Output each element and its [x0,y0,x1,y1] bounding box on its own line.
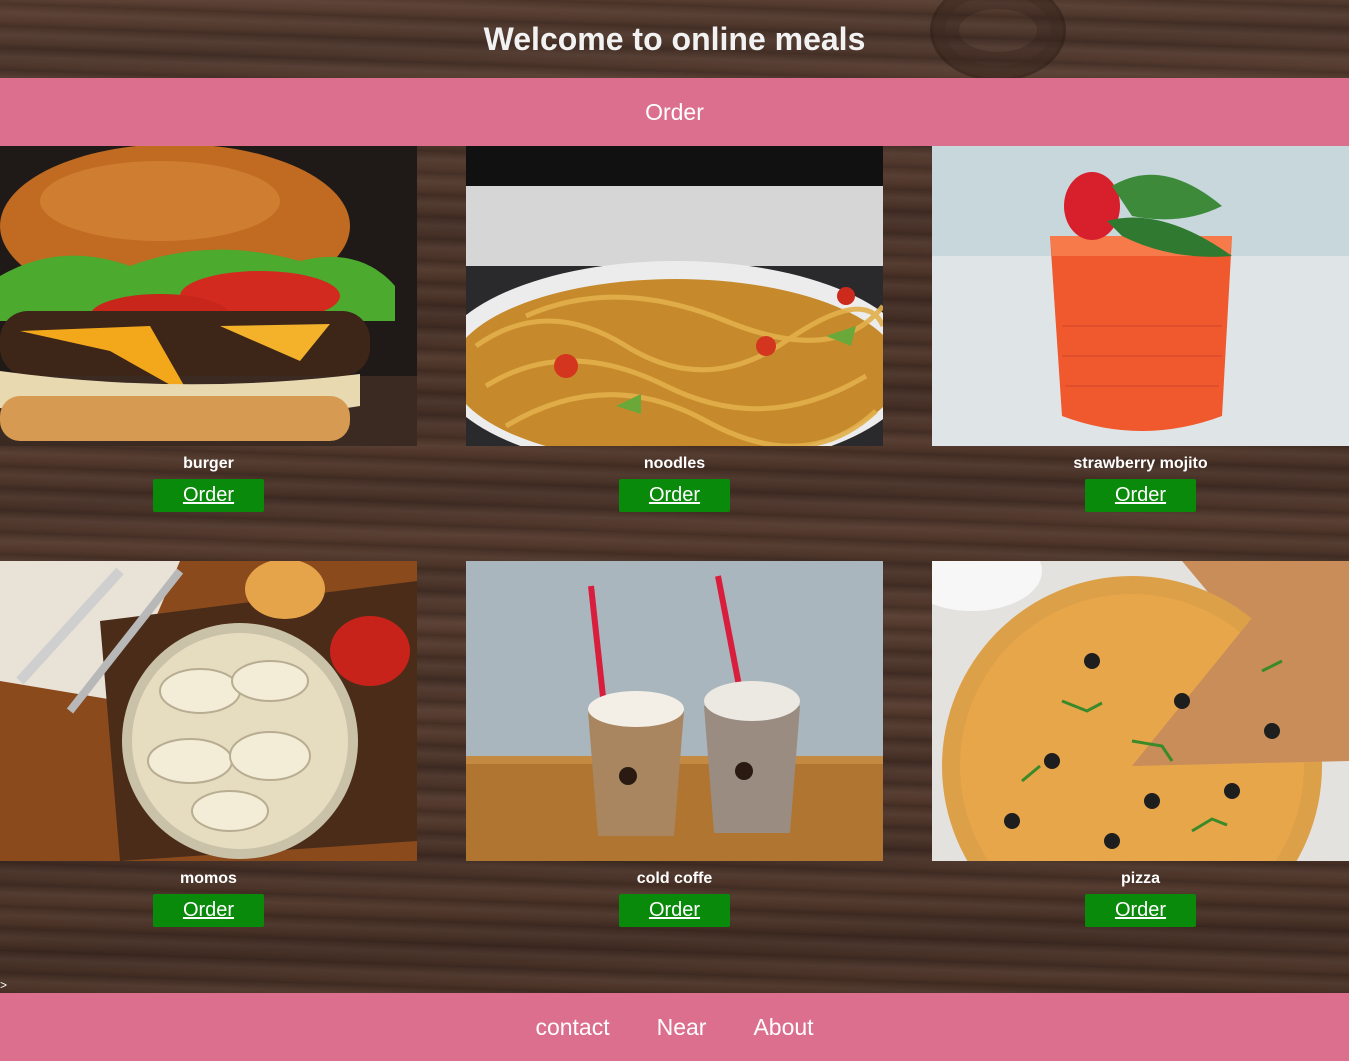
menu-card-burger: burger Order [0,146,417,512]
page-title: Welcome to online meals [483,20,866,57]
burger-image [0,146,417,446]
stray-text: > [0,978,8,992]
menu-card-momos: momos Order [0,561,417,927]
order-button-burger[interactable]: Order [153,479,264,512]
momos-image [0,561,417,861]
item-name: momos [180,870,237,887]
order-button-cold-coffe[interactable]: Order [619,894,730,927]
top-nav-bar: Order [0,78,1349,146]
page-header: Welcome to online meals [0,0,1349,78]
noodles-image [466,146,883,446]
cold-coffe-image [466,561,883,861]
strawberry-mojito-image [932,146,1349,446]
footer-link-near[interactable]: Near [657,1014,707,1041]
menu-card-strawberry-mojito: strawberry mojito Order [932,146,1349,512]
order-button-noodles[interactable]: Order [619,479,730,512]
footer-link-about[interactable]: About [753,1014,813,1041]
order-button-strawberry-mojito[interactable]: Order [1085,479,1196,512]
order-button-pizza[interactable]: Order [1085,894,1196,927]
item-name: strawberry mojito [1073,455,1208,472]
menu-card-noodles: noodles Order [466,146,883,512]
footer-link-contact[interactable]: contact [535,1014,609,1041]
menu-card-cold-coffe: cold coffe Order [466,561,883,927]
item-name: noodles [643,455,706,472]
item-name: cold coffe [636,870,713,887]
item-name: pizza [1120,870,1161,887]
pizza-image [932,561,1349,861]
item-name: burger [183,455,234,472]
order-button-momos[interactable]: Order [153,894,264,927]
nav-order-link[interactable]: Order [645,99,704,126]
menu-card-pizza: pizza Order [932,561,1349,927]
footer-nav-bar: contact Near About [0,993,1349,1061]
